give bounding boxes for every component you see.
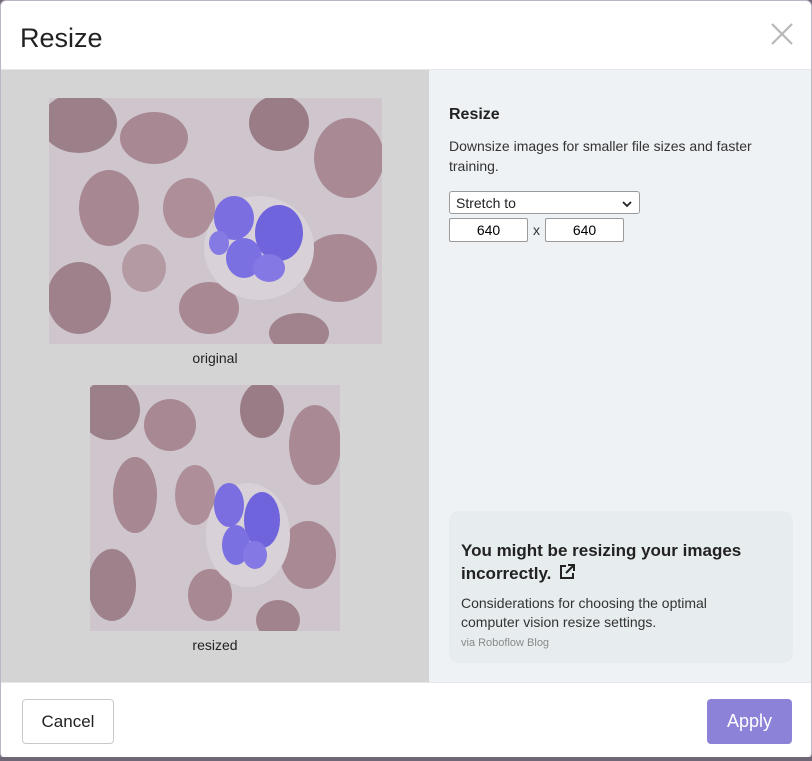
resized-caption: resized — [192, 637, 238, 653]
cancel-button[interactable]: Cancel — [22, 699, 114, 744]
dimension-separator: x — [533, 222, 540, 238]
settings-description: Downsize images for smaller file sizes a… — [449, 138, 752, 174]
dialog-body: original resized Resize Downsize images … — [1, 70, 811, 682]
settings-panel: Resize Downsize images for smaller file … — [429, 70, 811, 682]
tip-card-description: Considerations for choosing the optimal … — [461, 595, 707, 630]
settings-heading: Resize — [449, 106, 500, 123]
tip-card-title-text: You might be resizing your images incorr… — [461, 541, 742, 583]
close-icon — [771, 23, 793, 45]
original-caption: original — [192, 350, 238, 366]
external-link-icon — [560, 564, 576, 579]
apply-button[interactable]: Apply — [707, 699, 792, 744]
tip-card-title[interactable]: You might be resizing your images incorr… — [461, 539, 781, 585]
width-input[interactable] — [449, 218, 528, 242]
resize-mode-value: Stretch to — [456, 195, 516, 211]
resize-dialog: Resize original resized Resize Downsize … — [0, 0, 812, 759]
backdrop-strip — [0, 757, 812, 761]
height-input[interactable] — [545, 218, 624, 242]
dialog-header: Resize — [1, 1, 811, 70]
chevron-down-icon — [622, 201, 632, 208]
tip-card[interactable]: You might be resizing your images incorr… — [449, 511, 793, 663]
resize-mode-select[interactable]: Stretch to — [449, 191, 640, 214]
preview-panel: original resized — [1, 70, 429, 682]
resized-image — [90, 385, 340, 631]
original-image — [49, 98, 382, 344]
dialog-title: Resize — [20, 23, 103, 53]
dialog-footer: Cancel Apply — [1, 682, 811, 758]
close-button[interactable] — [769, 21, 795, 47]
tip-card-source: via Roboflow Blog — [461, 637, 550, 649]
